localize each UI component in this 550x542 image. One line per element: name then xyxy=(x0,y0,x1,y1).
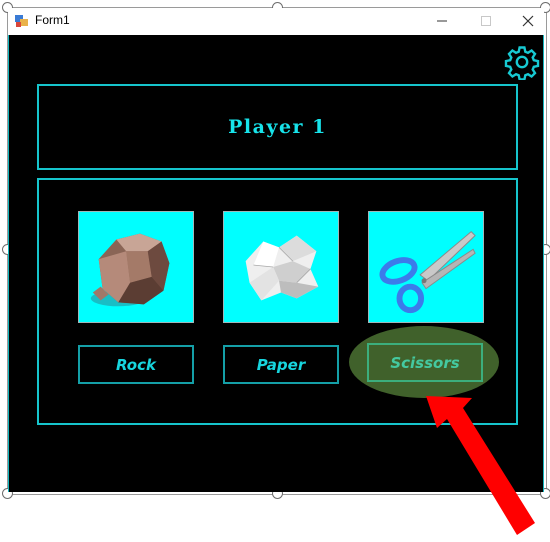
scissors-picture[interactable] xyxy=(368,211,484,323)
close-button[interactable] xyxy=(506,8,550,34)
rock-picture[interactable] xyxy=(78,211,194,323)
scissors-button[interactable]: Scissors xyxy=(367,343,483,382)
paper-picture[interactable] xyxy=(223,211,339,323)
form-app-icon xyxy=(15,15,28,27)
minimize-button[interactable] xyxy=(420,8,464,34)
title-bar[interactable]: Form1 xyxy=(8,8,544,34)
paper-button[interactable]: Paper xyxy=(223,345,339,384)
form-client-area: Player 1 Rock Paper xyxy=(8,35,544,492)
maximize-icon xyxy=(481,16,491,26)
form-window: Form1 Player 1 Rock Paper xyxy=(8,8,544,492)
rock-button[interactable]: Rock xyxy=(78,345,194,384)
rock-image xyxy=(90,233,170,307)
close-icon xyxy=(522,15,534,27)
player-label: Player 1 xyxy=(228,116,327,138)
window-title: Form1 xyxy=(35,13,70,27)
minimize-icon xyxy=(437,20,447,22)
player-header-panel: Player 1 xyxy=(37,84,518,170)
crumpled-paper-image xyxy=(245,235,319,301)
gear-icon[interactable] xyxy=(504,44,540,80)
scissors-image xyxy=(379,230,476,314)
maximize-button[interactable] xyxy=(464,8,508,34)
